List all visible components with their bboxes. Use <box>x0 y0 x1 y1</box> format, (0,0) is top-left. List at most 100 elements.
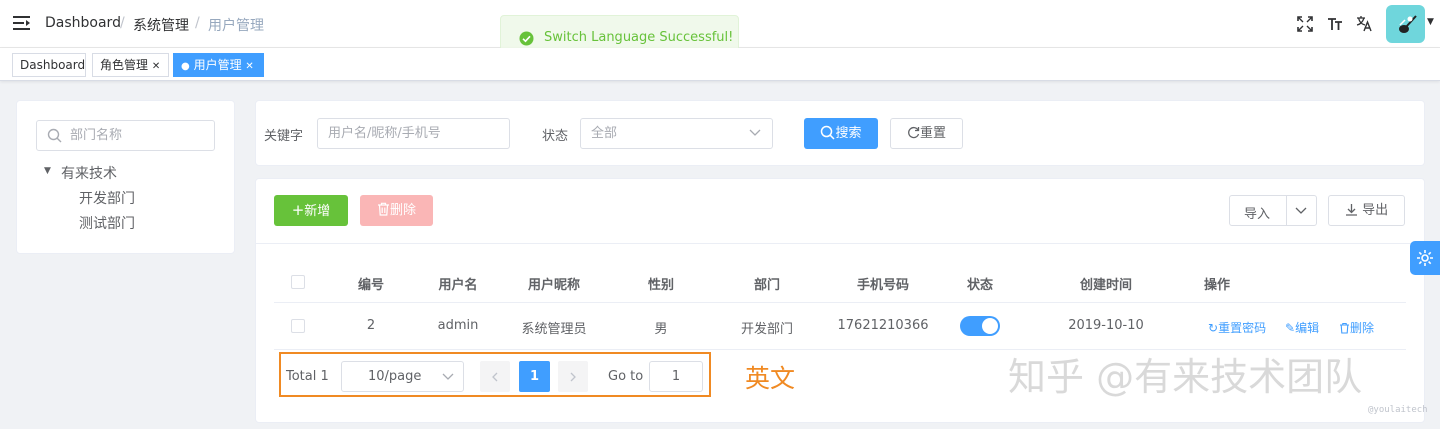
goto-label: Go to <box>608 369 644 384</box>
export-button[interactable]: 导出 <box>1328 195 1405 226</box>
gear-icon <box>1417 250 1433 266</box>
prev-page-button[interactable] <box>480 361 510 392</box>
close-icon[interactable]: ✕ <box>245 61 253 72</box>
select-all-checkbox[interactable] <box>291 275 305 289</box>
chevron-down-icon <box>749 129 761 136</box>
add-button[interactable]: +新增 <box>274 195 348 226</box>
font-size-icon[interactable] <box>1327 15 1343 32</box>
search-button[interactable]: 搜索 <box>804 118 878 149</box>
tree-node-dev[interactable]: 开发部门 <box>79 188 135 208</box>
row-checkbox[interactable] <box>291 319 305 333</box>
next-page-button[interactable] <box>558 361 588 392</box>
tags-view: Dashboard 角色管理 ✕ ● 用户管理 ✕ <box>0 48 1440 81</box>
hamburger-icon[interactable] <box>13 16 30 30</box>
dept-search-input[interactable]: 部门名称 <box>36 120 215 151</box>
page-number-current[interactable]: 1 <box>519 361 550 392</box>
cell-dept: 开发部门 <box>740 322 794 337</box>
tag-dashboard[interactable]: Dashboard <box>12 53 86 77</box>
import-button[interactable]: 导入 <box>1244 203 1270 222</box>
edit-icon: ✎ <box>1285 321 1296 335</box>
pagination-total: Total 1 <box>286 369 329 384</box>
tag-label: 角色管理 <box>100 58 149 72</box>
refresh-icon: ↻ <box>1208 321 1219 335</box>
tree-node-test[interactable]: 测试部门 <box>79 213 135 233</box>
column-header-id: 编号 <box>357 278 385 293</box>
cell-mobile: 17621210366 <box>837 318 929 333</box>
column-header-actions: 操作 <box>1203 278 1231 293</box>
delete-link[interactable]: 删除 <box>1339 319 1374 336</box>
breadcrumb-current: 用户管理 <box>208 18 264 34</box>
tree-node-root[interactable]: 有来技术 <box>61 163 117 183</box>
tag-label: 用户管理 <box>193 58 242 72</box>
tag-user-management[interactable]: ● 用户管理 ✕ <box>173 53 264 77</box>
page-size-value: 10/page <box>368 369 422 384</box>
column-header-dept: 部门 <box>753 278 781 293</box>
fullscreen-icon[interactable] <box>1297 16 1313 32</box>
goto-page-input[interactable]: 1 <box>649 361 703 392</box>
avatar[interactable] <box>1386 5 1425 43</box>
button-divider <box>1286 196 1287 225</box>
column-header-created: 创建时间 <box>1079 278 1133 293</box>
caret-down-icon[interactable]: ▼ <box>1427 17 1434 27</box>
cell-id: 2 <box>366 318 376 333</box>
column-header-nickname: 用户昵称 <box>527 278 581 293</box>
switch-knob <box>982 318 998 334</box>
reset-button-label: 重置 <box>919 126 946 141</box>
chevron-left-icon <box>492 372 498 382</box>
plus-icon: + <box>291 201 305 219</box>
status-placeholder: 全部 <box>591 126 618 141</box>
reset-password-label: 重置密码 <box>1218 321 1267 335</box>
import-button-group: 导入 <box>1229 195 1317 226</box>
chevron-down-icon <box>442 373 454 380</box>
cell-created: 2019-10-10 <box>1068 318 1144 333</box>
add-button-label: 新增 <box>304 204 331 219</box>
reset-button[interactable]: 重置 <box>890 118 963 149</box>
delete-button[interactable]: 删除 <box>360 195 433 226</box>
export-button-label: 导出 <box>1362 203 1389 218</box>
status-label: 状态 <box>542 129 569 144</box>
keyword-label: 关键字 <box>264 129 304 144</box>
settings-button[interactable] <box>1410 241 1440 275</box>
card-divider <box>255 243 1425 244</box>
column-header-mobile: 手机号码 <box>856 278 910 293</box>
breadcrumb-separator: / <box>195 15 200 31</box>
status-select[interactable]: 全部 <box>580 118 773 149</box>
edit-label: 编辑 <box>1295 321 1320 335</box>
chevron-down-icon[interactable] <box>1295 207 1307 215</box>
breadcrumb-dashboard[interactable]: Dashboard <box>45 15 121 31</box>
toast-message: Switch Language Successful! <box>544 30 734 45</box>
download-icon <box>1345 204 1357 216</box>
delete-label: 删除 <box>1350 321 1375 335</box>
watermark-sub: @youlaitech <box>1368 405 1428 415</box>
edit-link[interactable]: ✎编辑 <box>1285 319 1319 336</box>
language-icon[interactable] <box>1356 15 1372 32</box>
keyword-input[interactable]: 用户名/昵称/手机号 <box>317 118 510 149</box>
search-icon <box>47 128 62 143</box>
delete-button-label: 删除 <box>389 203 416 218</box>
dept-search-placeholder: 部门名称 <box>70 128 123 143</box>
column-header-status: 状态 <box>966 278 994 293</box>
trash-icon <box>1340 322 1349 334</box>
annotation-text: 英文 <box>745 364 796 393</box>
avatar-guitar-icon <box>1399 15 1417 33</box>
cell-username: admin <box>437 318 479 333</box>
active-dot-icon: ● <box>181 61 190 72</box>
reset-password-link[interactable]: ↻重置密码 <box>1208 319 1266 336</box>
keyword-placeholder: 用户名/昵称/手机号 <box>328 126 441 141</box>
search-button-label: 搜索 <box>835 126 862 141</box>
chevron-right-icon <box>570 372 576 382</box>
trash-icon <box>377 202 389 216</box>
refresh-icon <box>908 126 920 139</box>
breadcrumb-system[interactable]: 系统管理 <box>133 15 189 35</box>
search-icon <box>821 125 836 140</box>
column-header-username: 用户名 <box>438 278 478 293</box>
watermark: 知乎 @有来技术团队 <box>1008 355 1363 399</box>
breadcrumb-separator: / <box>120 15 125 31</box>
column-header-gender: 性别 <box>647 278 675 293</box>
caret-down-icon[interactable]: ▼ <box>44 166 51 176</box>
check-circle-icon <box>519 31 534 46</box>
tag-role-management[interactable]: 角色管理 ✕ <box>92 53 169 77</box>
tag-label: Dashboard <box>20 58 86 72</box>
status-switch[interactable] <box>960 316 1000 336</box>
close-icon[interactable]: ✕ <box>152 61 160 72</box>
